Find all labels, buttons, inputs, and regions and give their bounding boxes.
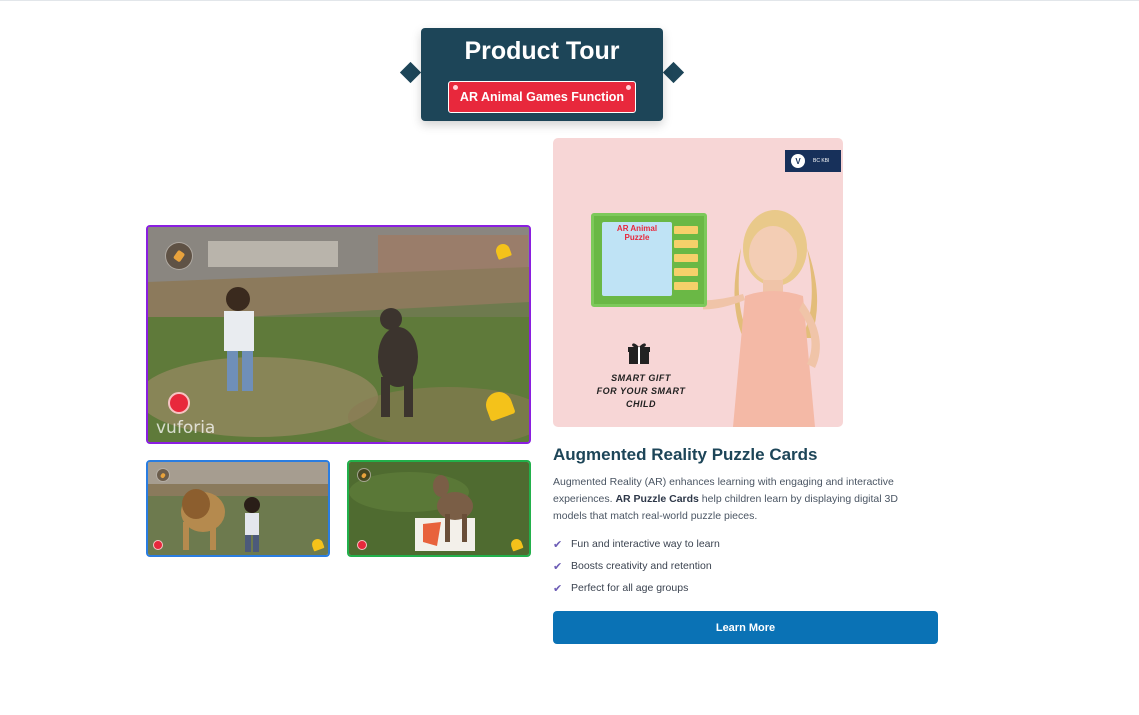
tagline-line-2: FOR YOUR SMART CHILD [596,386,686,409]
brand-logo-mark: V [791,154,805,168]
pin-icon [626,85,631,90]
bell-icon [496,244,510,258]
hand-icon [357,540,367,550]
puzzle-box-label [674,254,698,262]
camera-switch-icon [156,468,170,482]
hand-icon [153,540,163,550]
main-video[interactable]: vuforia [146,225,531,444]
camera-switch-icon [357,468,371,482]
product-description: Augmented Reality (AR) enhances learning… [553,474,923,525]
brand-logo: V BC KBI [785,150,841,172]
product-tour-box: Product Tour AR Animal Games Function [421,28,663,121]
feature-text: Fun and interactive way to learn [571,538,720,550]
diamond-left-decoration [399,61,422,84]
ar-animal-puzzle-box: AR Animal Puzzle [591,213,707,307]
pin-icon [453,85,458,90]
video-thumbnail-deer[interactable] [347,460,531,557]
check-icon: ✔ [553,538,563,551]
feature-text: Perfect for all age groups [571,582,689,594]
diamond-right-decoration [662,61,685,84]
feature-badge-label: AR Animal Games Function [459,90,625,104]
bell-icon [312,539,323,550]
girl-holding-box-illustration [703,210,820,427]
bell-icon [511,539,522,550]
vuforia-watermark: vuforia [156,418,216,438]
gift-icon [628,343,650,364]
product-title: Augmented Reality Puzzle Cards [553,445,818,464]
page-title: Product Tour [464,37,620,65]
ar-lion-scene [148,462,328,555]
learn-more-button[interactable]: Learn More [553,611,938,644]
product-tour-header: Product Tour AR Animal Games Function [399,28,685,122]
puzzle-box-label [674,268,698,276]
top-divider [0,0,1139,1]
ar-deer-scene [349,462,529,555]
check-icon: ✔ [553,560,563,573]
product-image: V BC KBI AR Animal Puzzle SMART GIFT FOR… [553,138,843,427]
feature-item: ✔ Boosts creativity and retention [553,555,720,577]
feature-item: ✔ Fun and interactive way to learn [553,533,720,555]
puzzle-box-label [674,240,698,248]
brand-logo-text: BC KBI [813,158,830,164]
product-tagline: SMART GIFT FOR YOUR SMART CHILD [585,372,697,411]
feature-list: ✔ Fun and interactive way to learn ✔ Boost… [553,533,720,599]
puzzle-box-title: AR Animal Puzzle [616,224,658,242]
puzzle-box-label [674,226,698,234]
video-thumbnail-lion[interactable] [146,460,330,557]
check-icon: ✔ [553,582,563,595]
description-highlight: AR Puzzle Cards [615,493,699,505]
hand-icon[interactable] [168,392,190,414]
puzzle-box-label [674,282,698,290]
bell-icon[interactable] [486,392,512,418]
feature-badge: AR Animal Games Function [448,81,636,113]
feature-item: ✔ Perfect for all age groups [553,577,720,599]
ar-monkey-scene [148,227,529,442]
feature-text: Boosts creativity and retention [571,560,712,572]
tagline-line-1: SMART GIFT [611,373,671,383]
camera-switch-icon[interactable] [165,242,193,270]
